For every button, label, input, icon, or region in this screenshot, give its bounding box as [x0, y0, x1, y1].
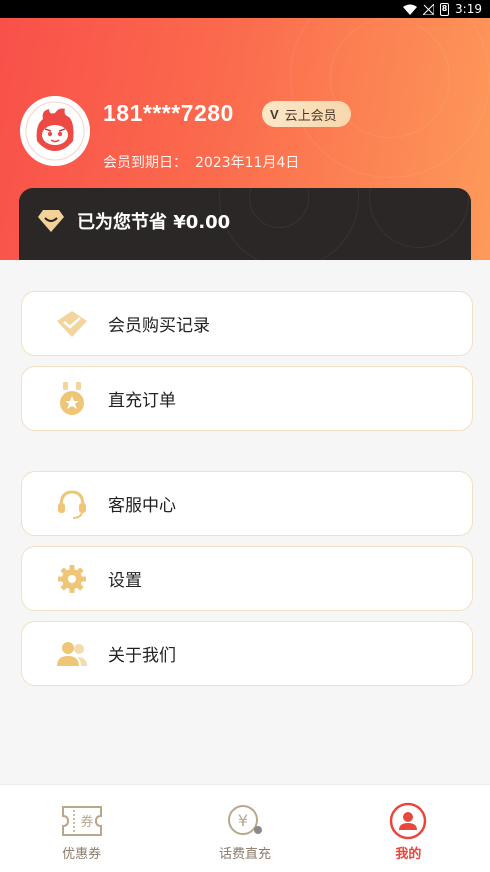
- menu-item-direct-orders[interactable]: 直充订单: [21, 366, 473, 431]
- tab-label-mine: 我的: [395, 847, 422, 862]
- menu-item-purchase-records[interactable]: 会员购买记录: [21, 291, 473, 356]
- phone-number: 181****7280: [103, 100, 234, 126]
- savings-amount: 已为您节省 ¥0.00: [77, 212, 231, 233]
- tab-phone-recharge[interactable]: ¥ 话费直充: [163, 785, 326, 872]
- vip-badge-label: 云上会员: [284, 108, 337, 124]
- medal-icon: [54, 381, 90, 417]
- expiry-label: 会员到期日：: [103, 155, 187, 171]
- menu-label-settings: 设置: [108, 571, 142, 591]
- tab-label-phone-recharge: 话费直充: [218, 847, 271, 862]
- tab-mine[interactable]: 我的: [327, 785, 490, 872]
- menu-item-about-us[interactable]: 关于我们: [21, 621, 473, 686]
- yuan-glyph: ¥: [238, 811, 248, 830]
- expiry-date: 2023年11月4日: [195, 155, 300, 171]
- coupon-icon: 券: [60, 801, 104, 841]
- gear-icon: [54, 561, 90, 597]
- menu-item-settings[interactable]: 设置: [21, 546, 473, 611]
- headset-icon: [54, 486, 90, 522]
- tab-label-coupons: 优惠券: [62, 847, 102, 862]
- profile-icon: [386, 801, 430, 841]
- wifi-icon: [403, 4, 418, 15]
- menu-label-purchase-records: 会员购买记录: [108, 316, 210, 336]
- status-bar: 8 3:19: [0, 0, 490, 18]
- diamond-icon: [38, 210, 64, 232]
- coupon-glyph: 券: [80, 814, 93, 830]
- avatar[interactable]: [20, 96, 90, 166]
- vip-badge: V 云上会员: [262, 101, 351, 127]
- profile-header: 181****7280 V 云上会员 会员到期日： 2023年11月4日 已为您节…: [0, 18, 490, 260]
- status-time: 3:19: [455, 2, 482, 16]
- membership-expiry: 会员到期日： 2023年11月4日: [103, 152, 299, 172]
- vip-v-icon: V: [270, 106, 279, 122]
- menu-label-about-us: 关于我们: [108, 646, 176, 666]
- phone-bill-icon: ¥: [223, 801, 267, 841]
- no-signal-icon: [423, 3, 435, 15]
- battery-icon: 8: [440, 2, 450, 16]
- mascot-avatar-icon: [25, 101, 85, 161]
- users-icon: [54, 636, 90, 672]
- bottom-nav: 券 优惠券 ¥ 话费直充 我的: [0, 784, 490, 872]
- savings-card: 已为您节省 ¥0.00: [19, 188, 471, 260]
- crown-card-icon: [54, 306, 90, 342]
- menu-label-direct-orders: 直充订单: [108, 391, 176, 411]
- menu-item-customer-service[interactable]: 客服中心: [21, 471, 473, 536]
- menu-label-customer-service: 客服中心: [108, 496, 176, 516]
- tab-coupons[interactable]: 券 优惠券: [0, 785, 163, 872]
